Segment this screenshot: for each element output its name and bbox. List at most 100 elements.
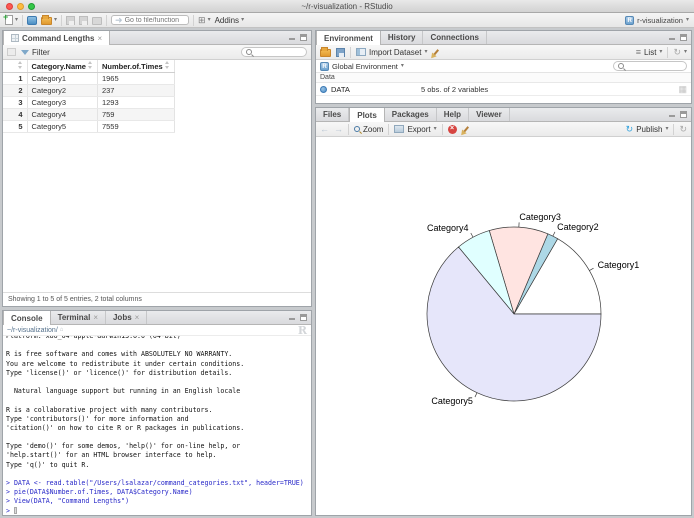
- tab-files[interactable]: Files: [316, 108, 350, 121]
- refresh-plot-icon[interactable]: ↻: [679, 124, 687, 134]
- plots-toolbar: ← → Zoom Export ▾ × ↻ Publish ▾ ↻: [316, 122, 691, 137]
- data-grid-icon: [11, 34, 19, 42]
- list-view-button[interactable]: ≡ List ▾: [635, 46, 663, 57]
- console-output-line: You are welcome to redistribute it under…: [6, 359, 245, 368]
- publish-button[interactable]: ↻ Publish ▾: [626, 124, 669, 134]
- save-workspace-icon[interactable]: [336, 47, 345, 57]
- project-icon: R: [625, 15, 635, 25]
- maximize-pane-icon[interactable]: [680, 34, 687, 41]
- home-icon[interactable]: ⌂: [60, 327, 64, 333]
- console-output[interactable]: Platform: x86_64-apple-darwin13.6.0 (64-…: [3, 336, 311, 515]
- minimize-pane-icon[interactable]: [668, 34, 676, 41]
- table-cell: Category5: [27, 120, 98, 133]
- next-plot-icon[interactable]: →: [334, 124, 343, 134]
- console-output-line: Natural language support but running in …: [6, 387, 241, 396]
- table-search-input[interactable]: [254, 48, 302, 56]
- close-icon[interactable]: ×: [97, 34, 102, 43]
- tab-jobs[interactable]: Jobs ×: [106, 311, 148, 324]
- clear-plots-broom-icon[interactable]: [462, 125, 469, 133]
- pane-layout-button[interactable]: ⊞ ▾: [198, 15, 211, 25]
- tab-history[interactable]: History: [381, 31, 424, 44]
- list-icon: ≡: [635, 46, 641, 57]
- minimize-pane-icon[interactable]: [668, 111, 676, 118]
- tab-connections[interactable]: Connections: [423, 31, 487, 44]
- maximize-pane-icon[interactable]: [680, 111, 687, 118]
- zoom-plot-button[interactable]: Zoom: [354, 125, 383, 134]
- tab-console[interactable]: Console: [3, 311, 51, 325]
- filter-button[interactable]: Filter: [21, 48, 50, 57]
- table-cell: Category2: [27, 84, 98, 97]
- tab-label: Packages: [391, 110, 429, 119]
- text-cursor: [13, 507, 17, 515]
- tab-help[interactable]: Help: [437, 108, 470, 121]
- import-dataset-icon: [356, 48, 366, 56]
- column-header-category-name[interactable]: Category.Name: [27, 60, 98, 73]
- new-project-icon[interactable]: [27, 15, 38, 25]
- toolbar-separator: [673, 123, 675, 135]
- maximize-pane-icon[interactable]: [300, 314, 307, 321]
- refresh-icon: ↻: [673, 46, 681, 57]
- project-selector[interactable]: R r-visualization ▾: [625, 15, 689, 25]
- console-prompt[interactable]: >: [6, 507, 308, 515]
- row-number-header[interactable]: [3, 60, 28, 73]
- print-icon[interactable]: [92, 17, 103, 25]
- data-table-body: Category.Name Number.of.Times 1 Category1…: [3, 60, 311, 292]
- chevron-down-icon: ▾: [665, 126, 669, 132]
- table-cell: 759: [97, 108, 175, 121]
- save-icon[interactable]: [66, 15, 76, 25]
- remove-plot-icon[interactable]: ×: [447, 124, 457, 134]
- plot-area: Category1 Category2 Category3 Category4 Cate…: [316, 137, 691, 515]
- import-dataset-button[interactable]: Import Dataset ▾: [356, 48, 427, 57]
- toolbar-separator: [388, 123, 390, 135]
- addins-button[interactable]: Addins ▾: [215, 16, 244, 25]
- minimize-pane-icon[interactable]: [288, 314, 296, 321]
- tab-plots[interactable]: Plots: [349, 108, 385, 122]
- tab-environment[interactable]: Environment: [316, 31, 381, 45]
- tab-command-lengths[interactable]: Command Lengths ×: [3, 31, 111, 45]
- tab-terminal[interactable]: Terminal ×: [51, 311, 106, 324]
- save-all-icon[interactable]: [79, 15, 89, 25]
- close-icon[interactable]: ×: [135, 313, 140, 322]
- environment-toolbar: Import Dataset ▾ ≡ List ▾ ↻ ▾: [316, 45, 691, 60]
- table-cell: 1965: [97, 72, 175, 85]
- pie-label-tick: [552, 231, 556, 237]
- pane-window-buttons: [668, 108, 691, 121]
- table-row: 2 Category2 237: [3, 84, 175, 97]
- data-viewer-pane: Command Lengths × Filter Category.Name N…: [2, 30, 312, 307]
- previous-plot-icon[interactable]: ←: [320, 124, 329, 134]
- scope-selector[interactable]: Global Environment ▾: [332, 62, 404, 71]
- new-file-button[interactable]: ▾: [3, 12, 18, 25]
- toolbar-separator: [667, 46, 669, 58]
- view-options-icon[interactable]: [7, 48, 16, 56]
- tab-viewer[interactable]: Viewer: [469, 108, 510, 121]
- data-viewer-tabbar: Command Lengths ×: [3, 31, 311, 45]
- filter-label: Filter: [32, 47, 50, 57]
- clear-objects-broom-icon[interactable]: [433, 48, 440, 56]
- object-name: DATA: [331, 84, 350, 94]
- toolbar-separator: [61, 14, 63, 26]
- export-plot-button[interactable]: Export ▾: [394, 125, 437, 134]
- close-icon[interactable]: ×: [93, 313, 98, 322]
- minimize-pane-icon[interactable]: [288, 34, 296, 41]
- sort-icon: [164, 61, 170, 69]
- maximize-pane-icon[interactable]: [300, 34, 307, 41]
- environment-search-input[interactable]: [626, 62, 674, 70]
- data-viewer-toolbar: Filter: [3, 45, 311, 60]
- pie-label-tick: [474, 392, 478, 398]
- refresh-environment-button[interactable]: ↻ ▾: [673, 46, 687, 57]
- table-cell: Category1: [27, 72, 98, 85]
- view-table-icon[interactable]: ▦: [678, 84, 687, 94]
- window-title: ~/r-visualization - RStudio: [301, 2, 393, 11]
- open-file-button[interactable]: ▾: [41, 15, 57, 25]
- goto-file-input[interactable]: [124, 16, 185, 24]
- console-output-line: Type 'license()' or 'licence()' for dist…: [6, 368, 233, 377]
- tab-packages[interactable]: Packages: [385, 108, 437, 121]
- environment-search-box[interactable]: [613, 61, 687, 71]
- environment-object-row[interactable]: DATA 5 obs. of 2 variables ▦: [316, 83, 691, 96]
- tab-label: Terminal: [57, 313, 91, 322]
- table-search-box[interactable]: [241, 47, 307, 57]
- goto-file-box[interactable]: ➜: [111, 15, 190, 25]
- open-workspace-icon[interactable]: [320, 47, 331, 57]
- column-header-number-of-times[interactable]: Number.of.Times: [97, 60, 175, 73]
